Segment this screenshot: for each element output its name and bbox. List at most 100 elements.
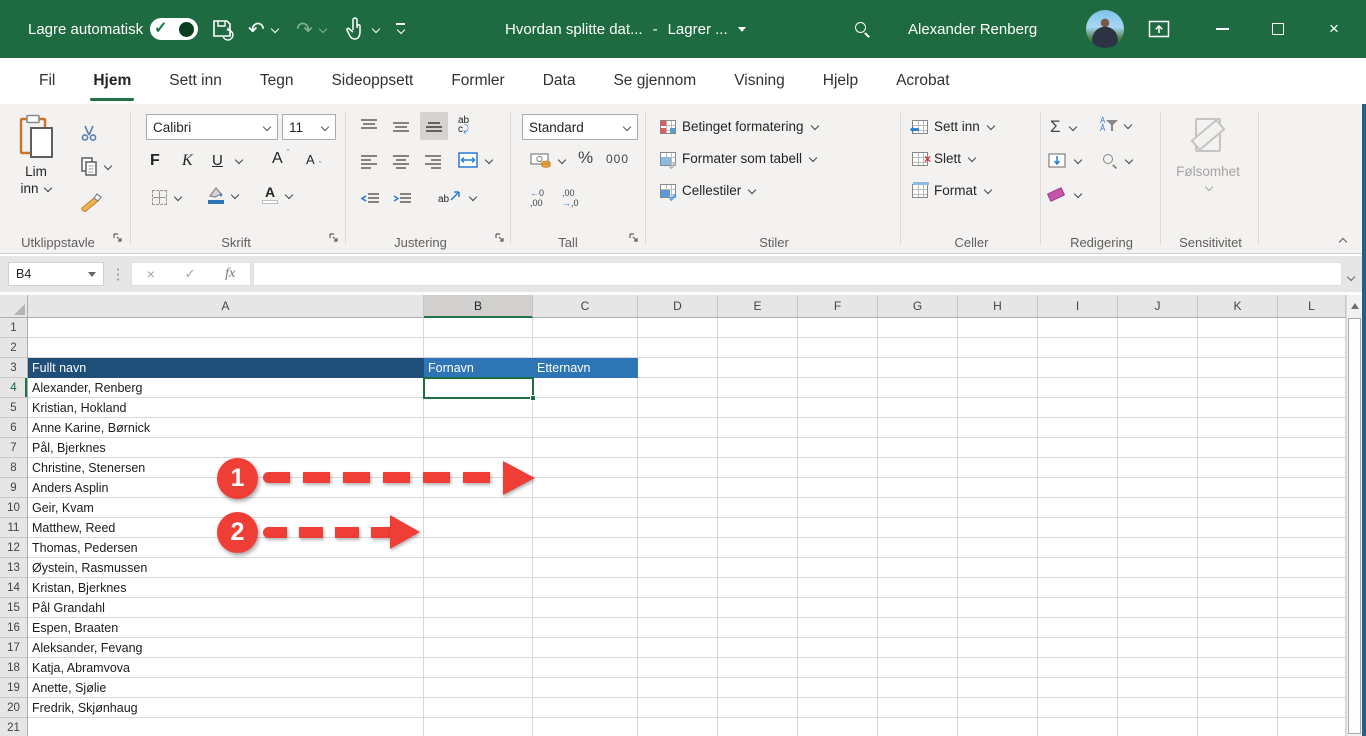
delete-cells-button[interactable]: × Slett xyxy=(912,151,976,166)
cell-H6[interactable] xyxy=(958,418,1038,438)
cell-H8[interactable] xyxy=(958,458,1038,478)
cell-D17[interactable] xyxy=(638,638,718,658)
cell-D12[interactable] xyxy=(638,538,718,558)
align-left-button[interactable] xyxy=(360,154,378,170)
autosave-toggle[interactable]: ✓ xyxy=(150,0,198,58)
row-header-20[interactable]: 20 xyxy=(0,698,28,718)
cell-J16[interactable] xyxy=(1118,618,1198,638)
cell-C5[interactable] xyxy=(533,398,638,418)
row-header-5[interactable]: 5 xyxy=(0,398,28,418)
row-header-17[interactable]: 17 xyxy=(0,638,28,658)
cell-L5[interactable] xyxy=(1278,398,1346,418)
cell-K14[interactable] xyxy=(1198,578,1278,598)
cell-E15[interactable] xyxy=(718,598,798,618)
cell-I2[interactable] xyxy=(1038,338,1118,358)
cell-H14[interactable] xyxy=(958,578,1038,598)
column-header-A[interactable]: A xyxy=(28,295,424,318)
cell-K16[interactable] xyxy=(1198,618,1278,638)
touch-mode-button[interactable] xyxy=(344,0,380,58)
increase-font-button[interactable]: Aˆ xyxy=(272,150,290,168)
search-button[interactable] xyxy=(854,0,870,58)
cell-L15[interactable] xyxy=(1278,598,1346,618)
cell-C3[interactable]: Etternavn xyxy=(533,358,638,378)
column-header-B[interactable]: B xyxy=(424,295,533,318)
cell-K13[interactable] xyxy=(1198,558,1278,578)
cell-E18[interactable] xyxy=(718,658,798,678)
cell-D7[interactable] xyxy=(638,438,718,458)
column-header-L[interactable]: L xyxy=(1278,295,1346,318)
row-header-16[interactable]: 16 xyxy=(0,618,28,638)
cell-H19[interactable] xyxy=(958,678,1038,698)
cell-L21[interactable] xyxy=(1278,718,1346,736)
cell-F20[interactable] xyxy=(798,698,878,718)
cell-L17[interactable] xyxy=(1278,638,1346,658)
cell-F6[interactable] xyxy=(798,418,878,438)
tab-hjelp[interactable]: Hjelp xyxy=(804,58,877,104)
cell-J10[interactable] xyxy=(1118,498,1198,518)
cell-F5[interactable] xyxy=(798,398,878,418)
format-cells-button[interactable]: Format xyxy=(912,183,992,198)
row-header-11[interactable]: 11 xyxy=(0,518,28,538)
cell-L10[interactable] xyxy=(1278,498,1346,518)
cell-H18[interactable] xyxy=(958,658,1038,678)
cell-E10[interactable] xyxy=(718,498,798,518)
cell-I15[interactable] xyxy=(1038,598,1118,618)
cell-H2[interactable] xyxy=(958,338,1038,358)
cell-J8[interactable] xyxy=(1118,458,1198,478)
cell-D13[interactable] xyxy=(638,558,718,578)
fill-handle[interactable] xyxy=(530,395,536,401)
name-box[interactable]: B4 xyxy=(8,262,104,286)
cell-E4[interactable] xyxy=(718,378,798,398)
cell-D9[interactable] xyxy=(638,478,718,498)
cell-G4[interactable] xyxy=(878,378,958,398)
cell-D1[interactable] xyxy=(638,318,718,338)
cell-D2[interactable] xyxy=(638,338,718,358)
ribbon-display-options-button[interactable] xyxy=(1148,0,1170,58)
undo-button[interactable]: ↶ xyxy=(248,0,279,58)
cell-A14[interactable]: Kristan, Bjerknes xyxy=(28,578,424,598)
tab-visning[interactable]: Visning xyxy=(715,58,804,104)
cell-F9[interactable] xyxy=(798,478,878,498)
cell-H5[interactable] xyxy=(958,398,1038,418)
cell-L19[interactable] xyxy=(1278,678,1346,698)
cell-J1[interactable] xyxy=(1118,318,1198,338)
insert-function-icon[interactable]: fx xyxy=(225,266,235,282)
cell-H9[interactable] xyxy=(958,478,1038,498)
cell-C21[interactable] xyxy=(533,718,638,736)
cell-E16[interactable] xyxy=(718,618,798,638)
user-name[interactable]: Alexander Renberg xyxy=(908,0,1037,58)
cell-A18[interactable]: Katja, Abramvova xyxy=(28,658,424,678)
minimize-button[interactable] xyxy=(1200,0,1244,58)
cell-A20[interactable]: Fredrik, Skjønhaug xyxy=(28,698,424,718)
cell-G15[interactable] xyxy=(878,598,958,618)
cell-G14[interactable] xyxy=(878,578,958,598)
close-button[interactable]: × xyxy=(1312,0,1356,58)
cell-C13[interactable] xyxy=(533,558,638,578)
cell-H4[interactable] xyxy=(958,378,1038,398)
font-size-combo[interactable]: 11 xyxy=(282,114,336,140)
paste-button[interactable]: Lim inn xyxy=(16,114,56,196)
expand-formula-bar-button[interactable] xyxy=(1346,269,1355,287)
cell-K8[interactable] xyxy=(1198,458,1278,478)
cell-C8[interactable] xyxy=(533,458,638,478)
tab-sett-inn[interactable]: Sett inn xyxy=(150,58,241,104)
row-header-19[interactable]: 19 xyxy=(0,678,28,698)
format-as-table-button[interactable]: Formater som tabell xyxy=(660,151,817,166)
cell-I21[interactable] xyxy=(1038,718,1118,736)
merge-center-button[interactable] xyxy=(458,152,493,168)
sensitivity-button[interactable]: Følsomhet xyxy=(1172,110,1244,226)
cell-L11[interactable] xyxy=(1278,518,1346,538)
cell-I11[interactable] xyxy=(1038,518,1118,538)
cell-A1[interactable] xyxy=(28,318,424,338)
cell-G16[interactable] xyxy=(878,618,958,638)
cell-L8[interactable] xyxy=(1278,458,1346,478)
cell-L6[interactable] xyxy=(1278,418,1346,438)
row-header-4[interactable]: 4 xyxy=(0,378,28,398)
cell-H16[interactable] xyxy=(958,618,1038,638)
cell-styles-button[interactable]: Cellestiler xyxy=(660,183,756,198)
cell-I8[interactable] xyxy=(1038,458,1118,478)
cell-C10[interactable] xyxy=(533,498,638,518)
font-dialog-launcher[interactable] xyxy=(328,232,342,246)
cell-E6[interactable] xyxy=(718,418,798,438)
cell-F18[interactable] xyxy=(798,658,878,678)
